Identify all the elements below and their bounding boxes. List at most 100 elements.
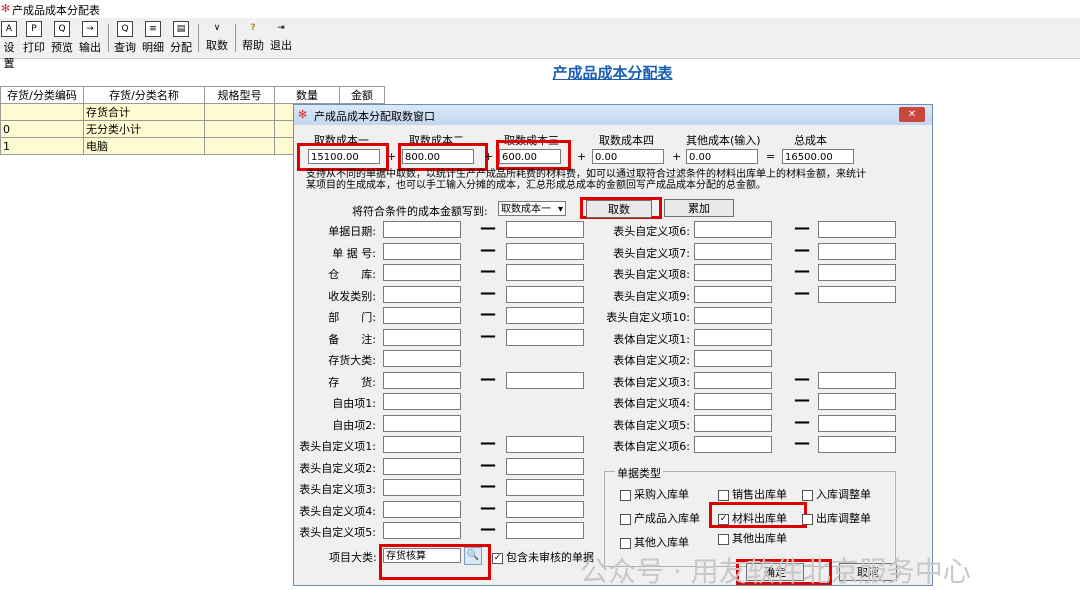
right-filter-to-input[interactable] bbox=[818, 371, 896, 389]
doc-type-sales-out[interactable]: 销售出库单 bbox=[718, 486, 787, 502]
right-filter-from-input[interactable] bbox=[694, 436, 772, 453]
left-filter-to-input[interactable] bbox=[506, 264, 584, 281]
right-filter-to-input[interactable] bbox=[818, 242, 896, 260]
left-filter-from-input[interactable] bbox=[383, 500, 461, 518]
exit-button[interactable]: ⇥ 退出 bbox=[268, 21, 294, 55]
doc-type-other-in[interactable]: 其他入库单 bbox=[620, 534, 689, 550]
toolbar-separator bbox=[198, 24, 199, 52]
setup-button[interactable]: A 设置 bbox=[0, 21, 18, 70]
include-unaudited-option[interactable]: ✓ 包含未审核的单据 bbox=[492, 549, 594, 565]
left-filter-from-input[interactable] bbox=[383, 221, 461, 238]
left-filter-from-input[interactable] bbox=[383, 371, 461, 389]
cost2-input[interactable]: 800.00 bbox=[402, 149, 474, 164]
column-header[interactable]: 存货/分类编码 bbox=[0, 86, 84, 104]
left-filter-to-input[interactable] bbox=[506, 371, 584, 389]
write-to-select[interactable]: 取数成本一 ▾ bbox=[498, 201, 566, 216]
project-input[interactable]: 存货核算 bbox=[383, 548, 461, 563]
left-filter-to-input[interactable] bbox=[506, 242, 584, 260]
checkbox-checked[interactable]: ✓ bbox=[718, 513, 729, 525]
left-filter-to-input[interactable] bbox=[506, 522, 584, 539]
right-filter-from-input[interactable] bbox=[694, 307, 772, 324]
right-filter-from-input[interactable] bbox=[694, 264, 772, 281]
left-filter-from-input[interactable] bbox=[383, 457, 461, 475]
detail-button[interactable]: ≡ 明细 bbox=[141, 21, 165, 55]
left-filter-to-input[interactable] bbox=[506, 328, 584, 346]
help-button[interactable]: ? 帮助 bbox=[240, 21, 266, 55]
checkbox[interactable] bbox=[802, 489, 813, 501]
column-header[interactable]: 金额 bbox=[339, 86, 385, 104]
right-filter-label: 表体自定义项2: bbox=[613, 354, 690, 367]
right-filter-to-input[interactable] bbox=[818, 436, 896, 453]
doc-type-other-out[interactable]: 其他出库单 bbox=[718, 530, 787, 546]
fetch-data-button[interactable]: 取数 bbox=[586, 200, 652, 218]
left-filter-from-input[interactable] bbox=[383, 350, 461, 367]
left-filter-from-input[interactable] bbox=[383, 264, 461, 281]
checkbox[interactable] bbox=[620, 513, 631, 525]
left-filter-from-input[interactable] bbox=[383, 328, 461, 346]
left-filter-to-input[interactable] bbox=[506, 221, 584, 238]
left-filter-from-input[interactable] bbox=[383, 522, 461, 539]
allocate-button[interactable]: ▤ 分配 bbox=[169, 21, 193, 55]
doc-type-out-adjust[interactable]: 出库调整单 bbox=[802, 510, 871, 526]
left-filter-to-input[interactable] bbox=[506, 307, 584, 324]
doc-type-material-out[interactable]: ✓ 材料出库单 bbox=[718, 510, 787, 526]
accumulate-button[interactable]: 累加 bbox=[664, 199, 734, 217]
right-filter-to-input[interactable] bbox=[818, 221, 896, 238]
cell bbox=[0, 103, 84, 121]
column-header[interactable]: 存货/分类名称 bbox=[83, 86, 205, 104]
export-button[interactable]: → 输出 bbox=[78, 21, 102, 55]
right-filter-label: 表体自定义项6: bbox=[613, 440, 690, 453]
cost4-input[interactable]: 0.00 bbox=[592, 149, 664, 164]
cost3-input[interactable]: 600.00 bbox=[499, 149, 561, 164]
write-to-label: 将符合条件的成本金额写到: bbox=[352, 205, 488, 218]
search-icon[interactable]: 🔍 bbox=[464, 547, 482, 565]
total-cost-input[interactable]: 16500.00 bbox=[782, 149, 854, 164]
left-filter-from-input[interactable] bbox=[383, 285, 461, 303]
preview-button[interactable]: Q 预览 bbox=[50, 21, 74, 55]
left-filter-from-input[interactable] bbox=[383, 307, 461, 324]
right-filter-from-input[interactable] bbox=[694, 285, 772, 303]
left-filter-from-input[interactable] bbox=[383, 479, 461, 496]
doc-type-product-in[interactable]: 产成品入库单 bbox=[620, 510, 700, 526]
left-filter-to-input[interactable] bbox=[506, 285, 584, 303]
column-header[interactable]: 数量 bbox=[274, 86, 340, 104]
checkbox[interactable] bbox=[718, 533, 729, 545]
right-filter-from-input[interactable] bbox=[694, 328, 772, 346]
left-filter-from-input[interactable] bbox=[383, 242, 461, 260]
left-filter-from-input[interactable] bbox=[383, 414, 461, 432]
checkbox[interactable] bbox=[718, 489, 729, 501]
doc-type-purchase-in[interactable]: 采购入库单 bbox=[620, 486, 689, 502]
checkbox-checked[interactable]: ✓ bbox=[492, 552, 503, 564]
other-cost-input[interactable]: 0.00 bbox=[686, 149, 758, 164]
right-filter-to-input[interactable] bbox=[818, 285, 896, 303]
left-filter-to-input[interactable] bbox=[506, 457, 584, 475]
cost1-input[interactable]: 15100.00 bbox=[308, 149, 380, 164]
checkbox[interactable] bbox=[620, 489, 631, 501]
close-icon[interactable]: ✕ bbox=[899, 107, 925, 122]
right-filter-from-input[interactable] bbox=[694, 350, 772, 367]
doc-type-in-adjust[interactable]: 入库调整单 bbox=[802, 486, 871, 502]
right-filter-to-input[interactable] bbox=[818, 264, 896, 281]
left-filter-to-input[interactable] bbox=[506, 436, 584, 453]
range-dash: — bbox=[480, 454, 496, 474]
left-filter-from-input[interactable] bbox=[383, 393, 461, 410]
right-filter-to-input[interactable] bbox=[818, 414, 896, 432]
left-filter-from-input[interactable] bbox=[383, 436, 461, 453]
print-button[interactable]: P 打印 bbox=[22, 21, 46, 55]
fetch-button[interactable]: ∨ 取数 bbox=[204, 21, 230, 55]
range-dash: — bbox=[480, 239, 496, 259]
left-filter-to-input[interactable] bbox=[506, 479, 584, 496]
right-filter-from-input[interactable] bbox=[694, 371, 772, 389]
right-filter-label: 表体自定义项3: bbox=[613, 375, 690, 389]
right-filter-from-input[interactable] bbox=[694, 414, 772, 432]
chevron-down-icon: ▾ bbox=[557, 204, 563, 215]
right-filter-to-input[interactable] bbox=[818, 393, 896, 410]
right-filter-from-input[interactable] bbox=[694, 393, 772, 410]
query-button[interactable]: Q 查询 bbox=[113, 21, 137, 55]
column-header[interactable]: 规格型号 bbox=[204, 86, 275, 104]
checkbox[interactable] bbox=[620, 537, 631, 549]
checkbox[interactable] bbox=[802, 513, 813, 525]
right-filter-from-input[interactable] bbox=[694, 242, 772, 260]
left-filter-to-input[interactable] bbox=[506, 500, 584, 518]
right-filter-from-input[interactable] bbox=[694, 221, 772, 238]
